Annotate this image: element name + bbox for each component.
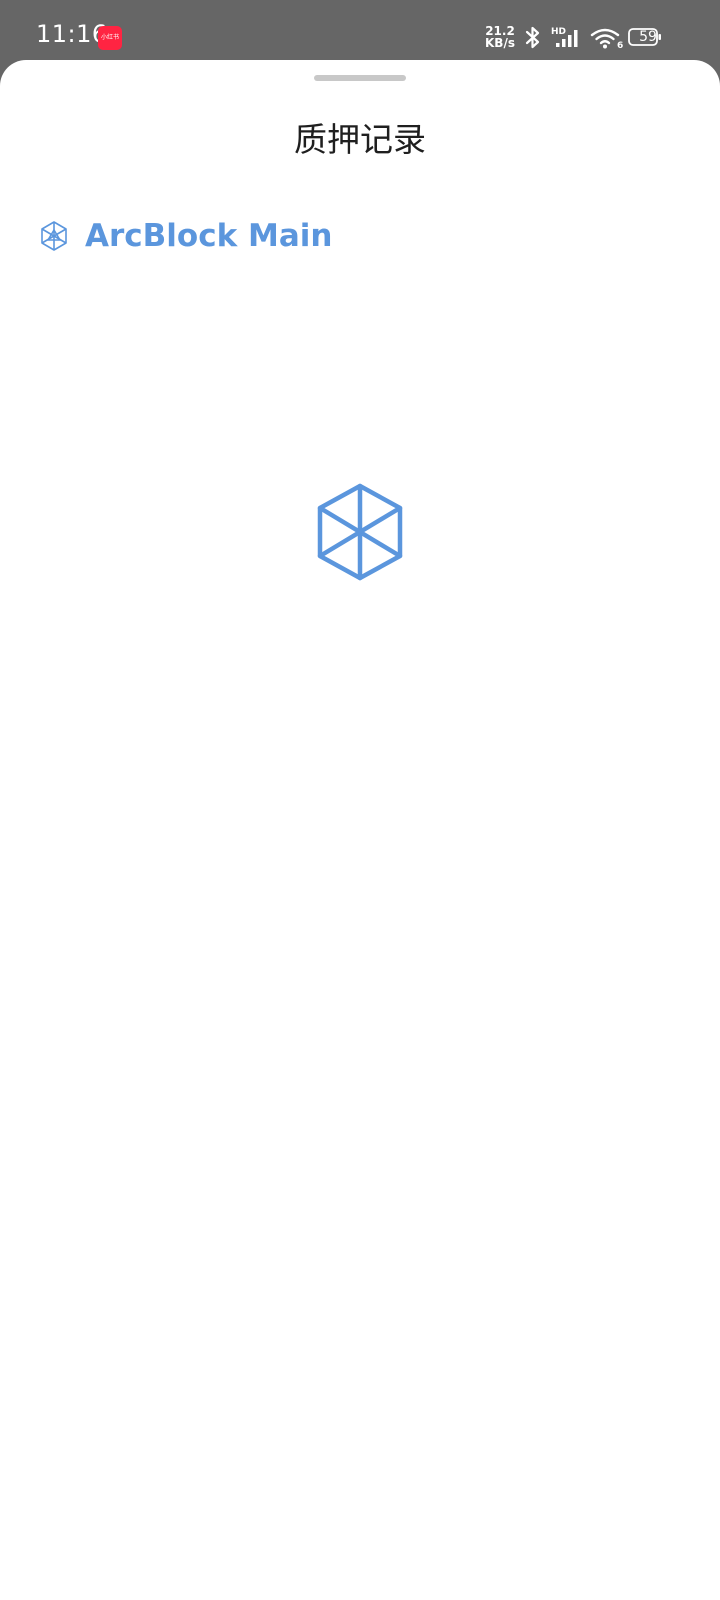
status-time: 11:16 xyxy=(36,20,108,48)
stake-records-sheet: 质押记录 ArcBlock Main xyxy=(0,60,720,1600)
network-speed: 21.2 KB/s xyxy=(483,25,517,49)
wifi-icon: 6 xyxy=(590,28,623,50)
network-speed-unit: KB/s xyxy=(485,36,515,50)
bluetooth-icon xyxy=(525,26,540,49)
arcblock-loading-icon xyxy=(317,483,403,581)
sheet-drag-handle[interactable] xyxy=(314,75,406,81)
signal-icon: HD xyxy=(551,27,578,47)
chain-name: ArcBlock Main xyxy=(85,218,333,254)
chain-selector[interactable]: ArcBlock Main xyxy=(38,214,332,258)
xiaohongshu-notification-icon: 小红书 xyxy=(98,26,122,50)
page-title: 质押记录 xyxy=(294,120,426,159)
arcblock-icon xyxy=(41,221,67,251)
battery-level: 59 xyxy=(639,29,657,45)
status-bar: 11:16 小红书 21.2 KB/s HD 6 59 xyxy=(0,0,720,62)
wifi-band-label: 6 xyxy=(617,41,623,50)
network-type-label: HD xyxy=(551,27,566,37)
